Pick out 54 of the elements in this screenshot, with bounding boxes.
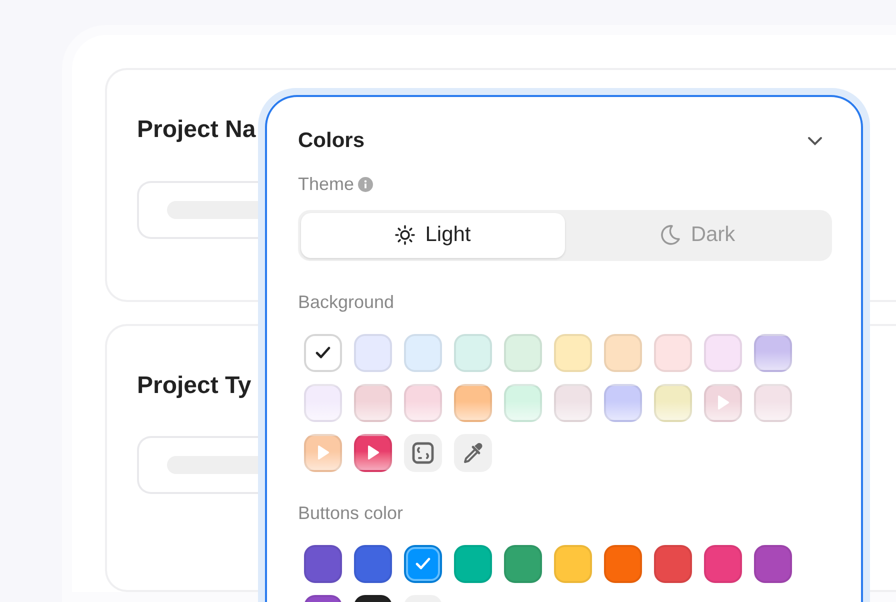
section-label: Buttons color: [298, 502, 404, 524]
color-picker-button[interactable]: [454, 434, 492, 472]
color-swatch[interactable]: [404, 544, 442, 582]
section-label: Background: [298, 290, 396, 314]
play-icon: [716, 394, 730, 410]
color-swatch[interactable]: [704, 544, 742, 582]
gradient-swatch[interactable]: [354, 384, 392, 422]
color-swatch[interactable]: [304, 544, 342, 582]
sun-icon: [395, 225, 416, 245]
color-swatch[interactable]: [604, 544, 642, 582]
color-swatch[interactable]: [554, 544, 592, 582]
text-field[interactable]: [137, 436, 258, 494]
eyedropper-icon: [462, 442, 484, 464]
moon-icon: [658, 224, 681, 246]
color-swatch[interactable]: [654, 334, 692, 372]
gradient-swatch[interactable]: [454, 384, 492, 422]
color-swatch[interactable]: [354, 544, 392, 582]
info-icon[interactable]: [358, 176, 374, 192]
text-field[interactable]: [137, 180, 258, 239]
check-icon: [315, 346, 331, 359]
chevron-down-icon[interactable]: [806, 134, 824, 147]
color-swatch[interactable]: [304, 334, 342, 372]
custom-image-button[interactable]: [404, 434, 442, 472]
color-swatch[interactable]: [504, 544, 542, 582]
gradient-swatch[interactable]: [504, 384, 542, 422]
gradient-swatch[interactable]: [604, 384, 642, 422]
panel-title: Colors: [298, 128, 365, 154]
video-swatch[interactable]: [704, 384, 742, 422]
color-swatch[interactable]: [504, 334, 542, 372]
gradient-swatch[interactable]: [654, 384, 692, 422]
section-label: Theme: [298, 172, 354, 196]
gradient-swatch[interactable]: [554, 384, 592, 422]
color-swatch[interactable]: [404, 334, 442, 372]
play-icon: [316, 444, 330, 460]
color-swatch[interactable]: [604, 334, 642, 372]
color-swatch[interactable]: [704, 334, 742, 372]
frame-icon: [412, 442, 434, 464]
color-swatch[interactable]: [354, 334, 392, 372]
gradient-swatch[interactable]: [754, 334, 792, 372]
check-icon: [415, 557, 431, 570]
theme-option[interactable]: Light: [301, 212, 565, 258]
color-swatch[interactable]: [554, 334, 592, 372]
card-title: Project Ty: [137, 372, 252, 400]
color-swatch[interactable]: [654, 544, 692, 582]
gradient-swatch[interactable]: [754, 384, 792, 422]
color-swatch[interactable]: [454, 334, 492, 372]
gradient-swatch[interactable]: [404, 384, 442, 422]
video-swatch[interactable]: [354, 434, 392, 472]
gradient-swatch[interactable]: [304, 384, 342, 422]
color-swatch[interactable]: [454, 544, 492, 582]
color-swatch[interactable]: [754, 544, 792, 582]
play-icon: [366, 444, 380, 460]
video-swatch[interactable]: [304, 434, 342, 472]
card-title: Project Na: [137, 116, 256, 145]
